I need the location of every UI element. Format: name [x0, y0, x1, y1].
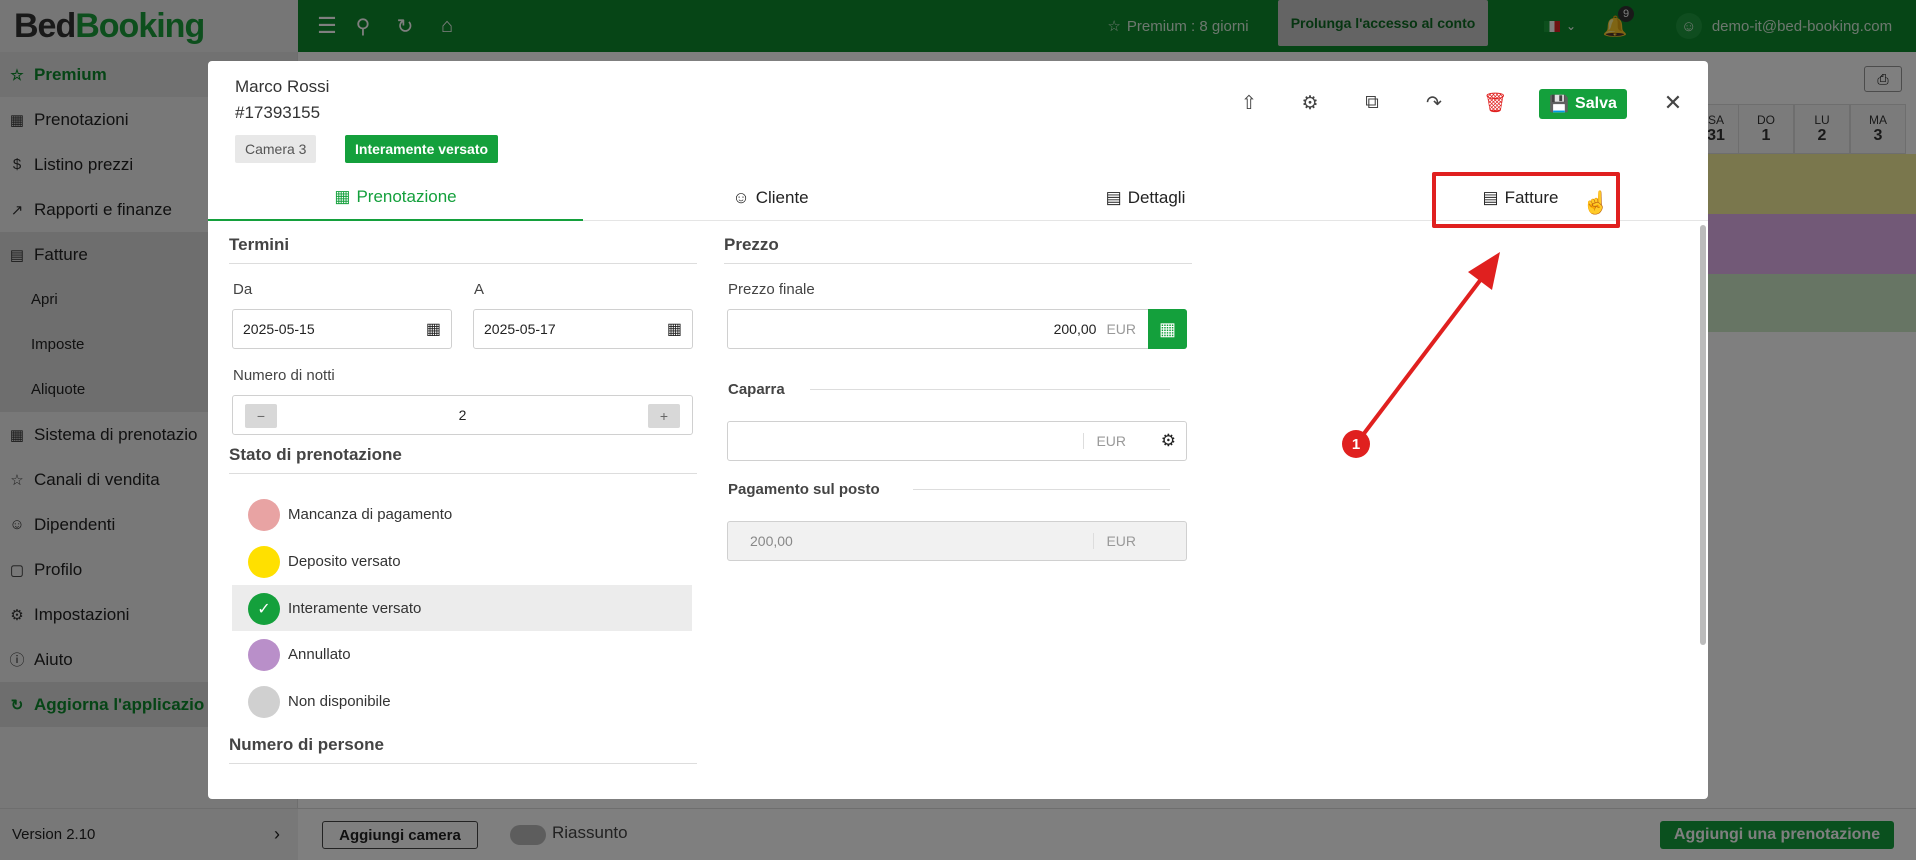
- hand-cursor-icon: ☝: [1582, 190, 1610, 215]
- annotation-arrow: [1354, 252, 1500, 446]
- annotation-badge: 1: [1342, 430, 1370, 458]
